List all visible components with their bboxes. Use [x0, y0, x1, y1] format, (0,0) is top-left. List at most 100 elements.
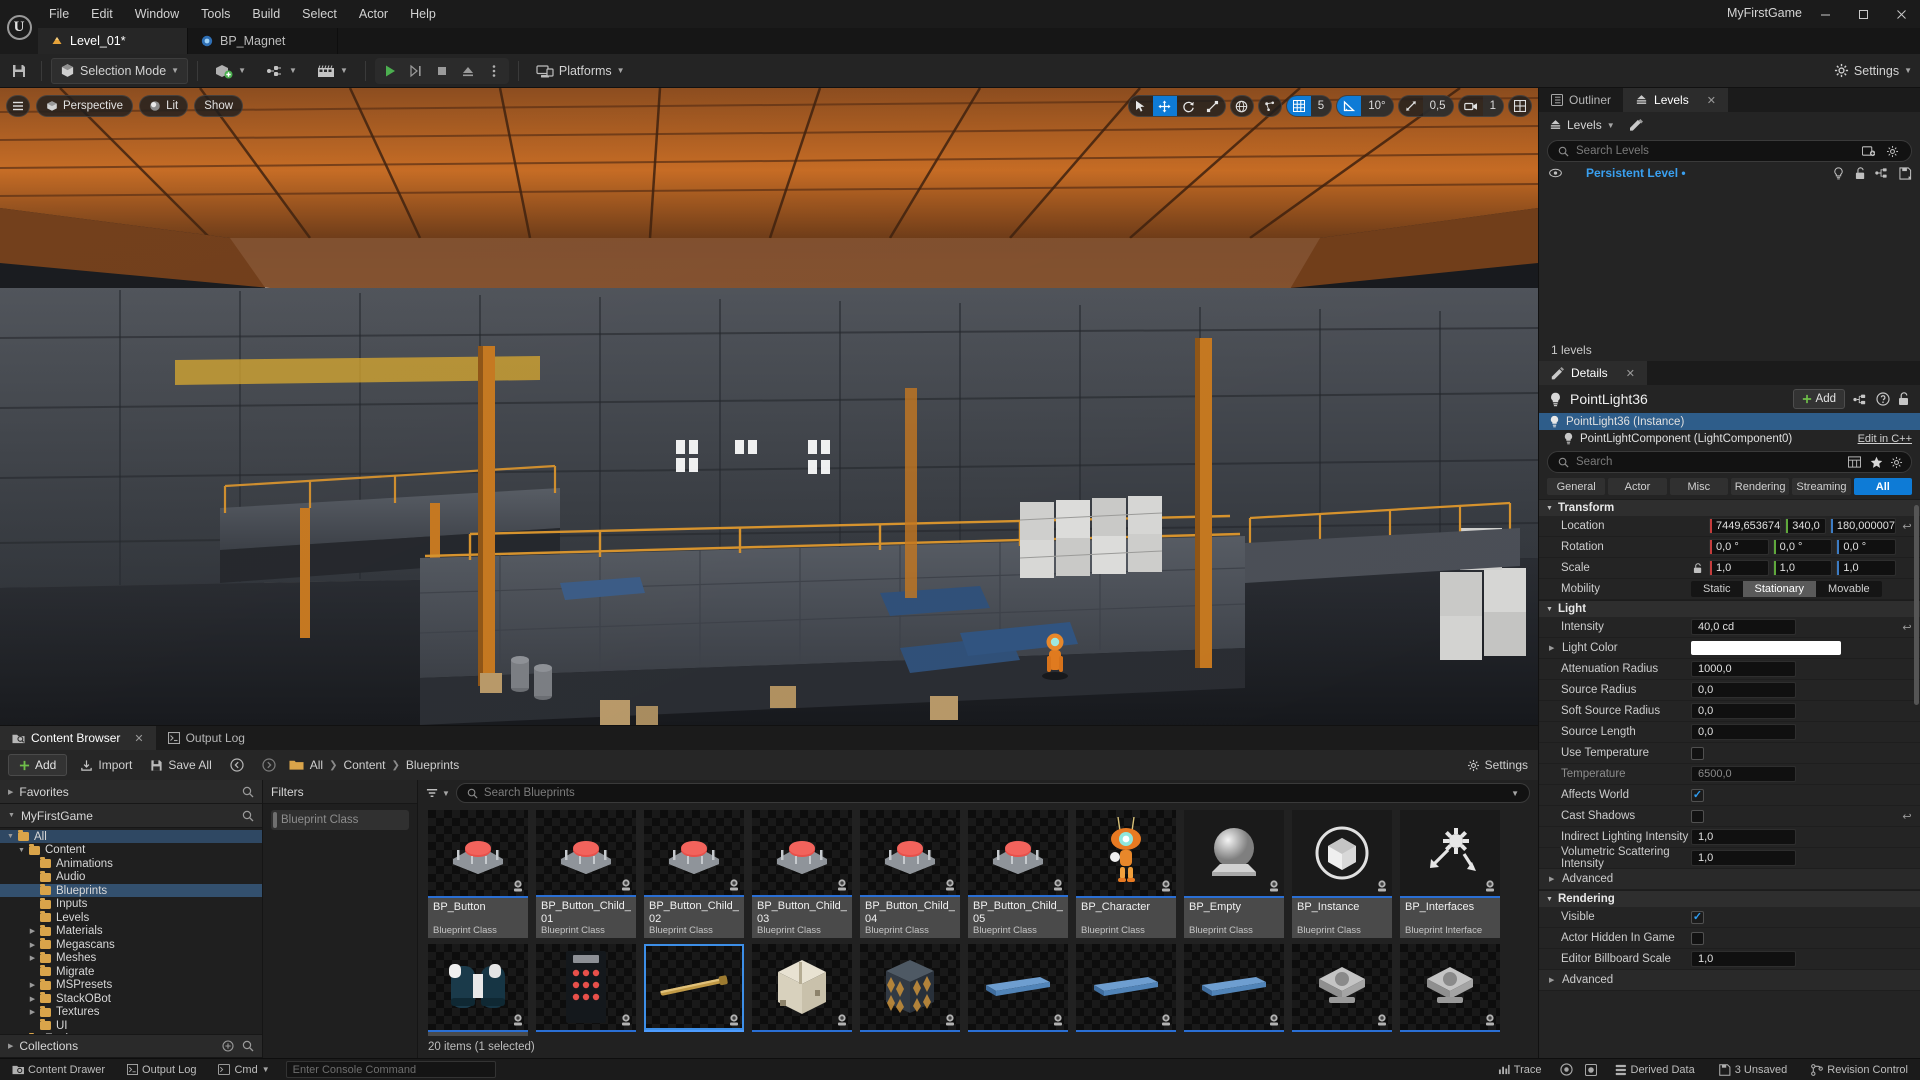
details-section-rendering[interactable]: ▼ Rendering — [1539, 890, 1920, 907]
property-x[interactable]: 0,0 ° — [1709, 539, 1769, 555]
unsaved-button[interactable]: 3 Unsaved — [1713, 1062, 1794, 1078]
tab-bp-magnet[interactable]: BP_Magnet — [188, 28, 338, 54]
property-number-input[interactable]: 0,0 — [1691, 724, 1796, 740]
details-scrollbar[interactable] — [1914, 505, 1919, 705]
scale-snap-icon[interactable] — [1399, 96, 1423, 116]
cinematics-button[interactable]: ▼ — [309, 58, 356, 84]
toolbar-settings-button[interactable]: Settings ▼ — [1834, 63, 1912, 78]
menu-select[interactable]: Select — [291, 3, 348, 25]
asset-tile-bp_interfaces[interactable]: BP_Interfaces Blueprint Interface — [1400, 810, 1500, 938]
help-icon[interactable] — [1876, 392, 1890, 406]
details-category-rendering[interactable]: Rendering — [1730, 478, 1790, 495]
tree-item-inputs[interactable]: Inputs — [0, 897, 262, 911]
angle-snap-value[interactable]: 10° — [1361, 96, 1393, 116]
asset-tile-bp_button_child_05[interactable]: BP_Button_Child_05 Blueprint Class — [968, 810, 1068, 938]
tree-item-mspresets[interactable]: ▶ MSPresets — [0, 978, 262, 992]
add-component-button[interactable]: Add — [1792, 389, 1845, 409]
tab-outliner[interactable]: Outliner — [1539, 88, 1623, 112]
save-level-icon[interactable] — [1899, 166, 1912, 180]
details-category-streaming[interactable]: Streaming — [1792, 478, 1851, 495]
camera-speed-icon[interactable] — [1459, 96, 1483, 116]
property-checkbox[interactable] — [1691, 931, 1704, 945]
asset-tile-bp_character[interactable]: BP_Character Blueprint Class — [1076, 810, 1176, 938]
trace-button[interactable]: Trace — [1492, 1062, 1548, 1078]
minimize-button[interactable] — [1806, 0, 1844, 28]
tree-expander[interactable]: ▶ — [28, 941, 37, 949]
tree-item-stackobot[interactable]: ▶ StackOBot — [0, 992, 262, 1005]
scale-snap-value[interactable]: 0,5 — [1422, 96, 1453, 116]
asset-tile-12[interactable] — [644, 944, 744, 1032]
asset-tile-bp_instance[interactable]: BP_Instance Blueprint Class — [1292, 810, 1392, 938]
save-icon[interactable] — [6, 59, 32, 83]
property-z[interactable]: 1,0 — [1836, 560, 1897, 576]
property-number-input[interactable]: 1000,0 — [1691, 661, 1796, 677]
close-icon[interactable]: ✕ — [1707, 94, 1716, 107]
asset-tile-17[interactable] — [1184, 944, 1284, 1032]
play-icon[interactable] — [377, 59, 403, 83]
unreal-logo[interactable]: U — [0, 0, 38, 54]
breadcrumb-blueprints[interactable]: Blueprints — [406, 758, 459, 772]
property-x[interactable]: 1,0 — [1709, 560, 1769, 576]
asset-tile-19[interactable] — [1400, 944, 1500, 1032]
mobility-selector[interactable]: Static Stationary Movable — [1691, 581, 1882, 597]
property-number-input[interactable]: 1,0 — [1691, 951, 1796, 967]
menu-edit[interactable]: Edit — [80, 3, 124, 25]
world-coords-icon[interactable] — [1229, 95, 1254, 117]
levels-search-input[interactable]: Search Levels — [1547, 140, 1912, 162]
gear-icon[interactable] — [1886, 145, 1899, 158]
content-browser-settings-button[interactable]: Settings — [1467, 758, 1528, 772]
level-row-persistent[interactable]: Persistent Level • — [1539, 164, 1920, 182]
rotate-icon[interactable] — [1177, 96, 1201, 116]
add-button[interactable]: Add — [8, 754, 68, 776]
asset-tile-bp_jetpack[interactable]: BP_JetpackBlueprint Class — [428, 944, 528, 1036]
lightbulb-icon[interactable] — [1833, 166, 1844, 180]
tree-expander[interactable]: ▶ — [28, 1008, 37, 1016]
tab-details[interactable]: Details ✕ — [1539, 361, 1647, 385]
mobility-static[interactable]: Static — [1691, 581, 1743, 597]
property-x[interactable]: 7449,653674 — [1709, 518, 1782, 534]
console-command-input[interactable]: Enter Console Command — [285, 1061, 496, 1078]
details-search-input[interactable]: Search — [1547, 451, 1912, 473]
breadcrumb-content[interactable]: Content — [343, 758, 385, 772]
maximize-button[interactable] — [1844, 0, 1882, 28]
component-row-instance[interactable]: PointLight36 (Instance) — [1539, 413, 1920, 430]
details-category-actor[interactable]: Actor — [1608, 478, 1667, 495]
asset-tile-bp_button_child_02[interactable]: BP_Button_Child_02 Blueprint Class — [644, 810, 744, 938]
property-number-input[interactable]: 0,0 — [1691, 703, 1796, 719]
selection-mode-button[interactable]: Selection Mode ▼ — [51, 57, 189, 84]
property-z[interactable]: 180,000007 — [1829, 518, 1896, 534]
tree-expander[interactable]: ▶ — [28, 995, 37, 1003]
tree-item-audio[interactable]: Audio — [0, 870, 262, 884]
move-icon[interactable] — [1152, 96, 1177, 116]
tree-item-meshes[interactable]: ▶ Meshes — [0, 951, 262, 965]
more-options-icon[interactable] — [481, 59, 507, 83]
property-checkbox[interactable] — [1691, 809, 1704, 823]
property-color-swatch[interactable] — [1691, 641, 1841, 655]
tree-expander[interactable]: ▶ — [28, 927, 37, 935]
asset-tile-13[interactable] — [752, 944, 852, 1032]
lock-icon[interactable] — [1691, 562, 1705, 574]
close-button[interactable] — [1882, 0, 1920, 28]
stop-icon[interactable] — [429, 59, 455, 83]
details-category-all[interactable]: All — [1853, 478, 1912, 495]
asset-tile-bp_empty[interactable]: BP_Empty Blueprint Class — [1184, 810, 1284, 938]
property-number-input[interactable]: 1,0 — [1691, 829, 1796, 845]
columns-icon[interactable] — [1848, 456, 1861, 468]
edit-in-cpp-link[interactable]: Edit in C++ — [1858, 433, 1912, 445]
search-blueprints-input[interactable]: Search Blueprints ▼ — [455, 783, 1530, 803]
trace-status-icon[interactable] — [1559, 1063, 1573, 1076]
mobility-movable[interactable]: Movable — [1816, 581, 1882, 597]
add-collection-icon[interactable] — [222, 1040, 234, 1052]
details-category-misc[interactable]: Misc — [1669, 478, 1728, 495]
reset-icon[interactable]: ↩ — [1900, 520, 1914, 533]
tree-item-migrate[interactable]: Migrate — [0, 965, 262, 978]
asset-tile-bp_button_child_03[interactable]: BP_Button_Child_03 Blueprint Class — [752, 810, 852, 938]
asset-tile-16[interactable] — [1076, 944, 1176, 1032]
angle-snap-icon[interactable] — [1337, 96, 1362, 116]
blueprint-graph-icon[interactable] — [1853, 393, 1868, 406]
chevron-down-icon[interactable]: ▼ — [1511, 789, 1519, 798]
tree-item-megascans[interactable]: ▶ Megascans — [0, 938, 262, 951]
tree-item-all[interactable]: ▼ All — [0, 830, 262, 843]
close-icon[interactable]: ✕ — [134, 732, 143, 745]
tree-item-textures[interactable]: ▶ Textures — [0, 1005, 262, 1019]
